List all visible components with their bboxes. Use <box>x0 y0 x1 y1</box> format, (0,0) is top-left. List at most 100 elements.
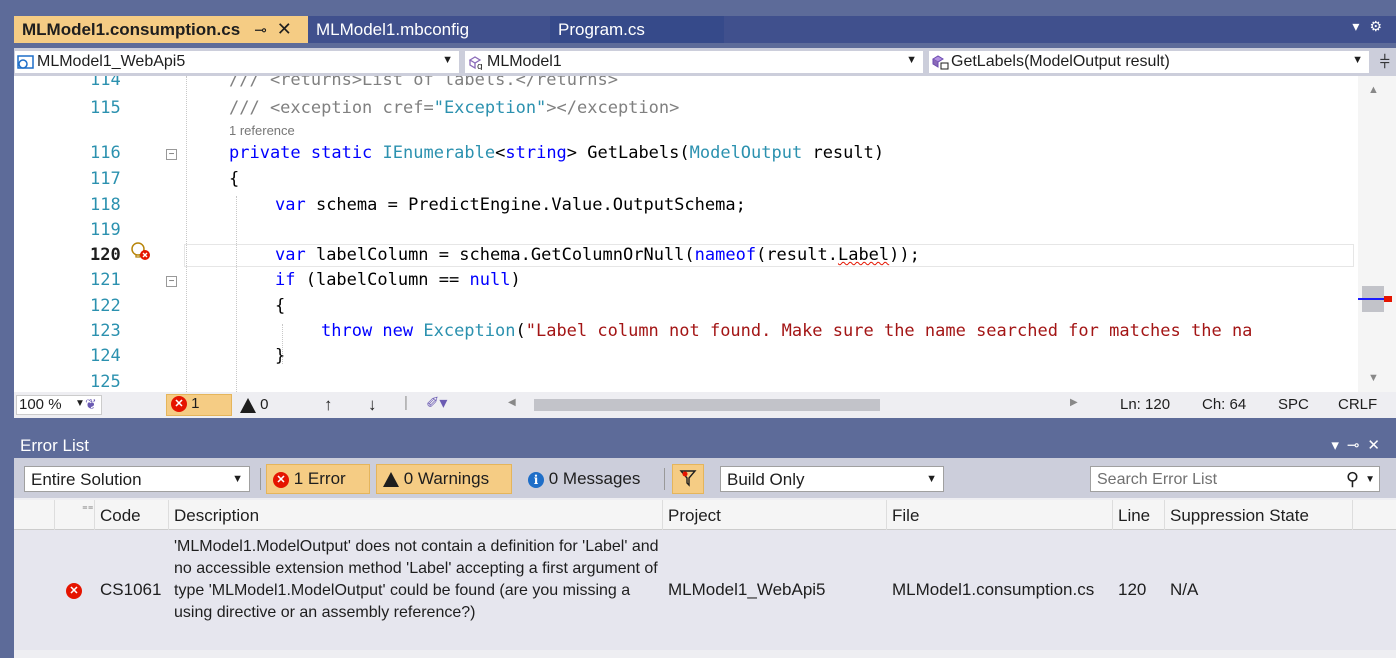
horizontal-scrollbar-thumb[interactable] <box>534 399 880 411</box>
chevron-down-icon: ▼ <box>906 54 917 66</box>
warnings-filter-button[interactable]: 0 Warnings <box>376 464 512 494</box>
csharp-project-icon <box>17 54 35 70</box>
build-filter-dropdown[interactable]: Build Only ▼ <box>720 466 944 492</box>
table-row[interactable]: ✕ CS1061 'MLModel1.ModelOutput' does not… <box>14 530 1396 650</box>
arrow-up-icon[interactable]: ↑ <box>324 395 333 415</box>
svg-text:g: g <box>477 62 483 70</box>
line-number: 116 <box>90 143 121 163</box>
tab-program-cs[interactable]: Program.cs <box>550 16 724 43</box>
project-name: MLModel1_WebApi5 <box>37 53 186 70</box>
line-number: 119 <box>90 220 121 240</box>
intellicode-icon[interactable]: ❦ <box>85 396 97 413</box>
chevron-down-icon: ▼ <box>442 54 453 66</box>
scroll-left-icon[interactable]: ◀ <box>508 397 516 408</box>
error-list-toolbar: Entire Solution ▼ ✕ 1 Error 0 Warnings i… <box>14 458 1396 498</box>
arrow-down-icon[interactable]: ↓ <box>368 395 377 415</box>
code-line-124: } <box>275 346 286 366</box>
sort-indicator-icon[interactable]: ⁼⁼ <box>82 503 94 516</box>
panel-title: Error List <box>20 436 89 455</box>
divider: | <box>404 394 408 411</box>
member-dropdown[interactable]: GetLabels(ModelOutput result) ▼ <box>928 50 1370 74</box>
split-window-icon[interactable]: ⫩ <box>1380 52 1390 73</box>
pin-icon[interactable]: ⊸ <box>1347 437 1368 454</box>
search-error-list-input[interactable]: Search Error List ⚲ ▼ <box>1090 466 1380 492</box>
warning-icon <box>383 472 399 488</box>
column-header-code[interactable]: Code <box>100 506 141 526</box>
quick-actions-error-icon[interactable] <box>130 240 152 267</box>
close-icon[interactable]: ✕ <box>1367 437 1388 454</box>
editor-status-bar: 100 % ▼ ❦ ✕ 1 0 ↑ ↓ | ✐▾ ◀ ▶ Ln: 120 Ch:… <box>14 392 1396 418</box>
code-editor[interactable]: 114 115 116 117 118 119 120 121 122 123 … <box>14 76 1358 392</box>
tab-label: MLModel1.consumption.cs <box>22 19 241 39</box>
line-number-gutter: 114 115 116 117 118 119 120 121 122 123 … <box>14 76 184 392</box>
line-number: 124 <box>90 346 121 366</box>
collapse-toggle[interactable]: − <box>166 149 177 160</box>
tab-label: MLModel1.mbconfig <box>316 19 470 39</box>
class-icon: g <box>467 54 485 72</box>
column-header-file[interactable]: File <box>892 506 919 526</box>
column-header-line[interactable]: Line <box>1118 506 1150 526</box>
column-header-suppression-state[interactable]: Suppression State <box>1170 506 1309 526</box>
error-icon: ✕ <box>66 580 82 600</box>
class-dropdown[interactable]: g MLModel1 ▼ <box>464 50 924 74</box>
panel-window-controls: ▾⊸✕ <box>1331 436 1388 454</box>
collapse-toggle[interactable]: − <box>166 276 177 287</box>
error-suppression-state: N/A <box>1170 580 1199 599</box>
member-name: GetLabels(ModelOutput result) <box>951 53 1170 70</box>
class-name: MLModel1 <box>487 53 562 70</box>
error-squiggle[interactable]: Label <box>838 245 889 265</box>
errors-filter-button[interactable]: ✕ 1 Error <box>266 464 370 494</box>
code-line-114: /// <returns>List of labels.</returns> <box>229 76 618 90</box>
zoom-dropdown[interactable]: 100 % ▼ ❦ <box>16 395 102 415</box>
vertical-scrollbar[interactable]: ▲ ▼ <box>1358 76 1396 392</box>
warning-icon <box>240 397 256 413</box>
column-header-description[interactable]: Description <box>174 506 259 526</box>
codelens-references[interactable]: 1 reference <box>229 123 295 138</box>
code-cleanup-icon[interactable]: ✐▾ <box>426 393 447 413</box>
filter-toggle-button[interactable] <box>672 464 704 494</box>
tab-mlmodel1-mbconfig[interactable]: MLModel1.mbconfig <box>308 16 550 43</box>
column-header-project[interactable]: Project <box>668 506 721 526</box>
column-divider <box>662 500 663 530</box>
error-marker <box>1384 296 1392 302</box>
error-count-badge[interactable]: ✕ 1 <box>166 394 232 416</box>
chevron-down-icon[interactable]: ▼ <box>1365 474 1375 485</box>
line-ending-indicator[interactable]: CRLF <box>1338 396 1377 413</box>
chevron-down-icon: ▼ <box>1352 54 1363 66</box>
pin-icon[interactable]: ⊸ <box>254 21 267 39</box>
code-line-123: throw new Exception("Label column not fo… <box>321 321 1253 341</box>
line-number: 123 <box>90 321 121 341</box>
chevron-down-icon[interactable]: ▾ <box>1331 437 1347 454</box>
code-line-120: var labelColumn = schema.GetColumnOrNull… <box>275 245 920 265</box>
column-divider <box>54 500 55 530</box>
scroll-down-icon[interactable]: ▼ <box>1368 372 1379 384</box>
navigation-bar: MLModel1_WebApi5 ▼ g MLModel1 ▼ GetLabel… <box>14 48 1396 76</box>
scroll-right-icon[interactable]: ▶ <box>1070 397 1078 408</box>
project-dropdown[interactable]: MLModel1_WebApi5 ▼ <box>14 50 460 74</box>
info-icon: i <box>528 471 544 488</box>
messages-filter-button[interactable]: i 0 Messages <box>522 466 646 492</box>
column-divider <box>1164 500 1165 530</box>
line-number: 122 <box>90 296 121 316</box>
search-icon[interactable]: ⚲ <box>1346 469 1359 490</box>
line-number: 125 <box>90 372 121 392</box>
tab-mlmodel1-consumption[interactable]: MLModel1.consumption.cs ⊸ ✕ <box>14 16 308 43</box>
whitespace-indicator[interactable]: SPC <box>1278 396 1309 413</box>
close-icon[interactable]: ✕ <box>277 19 292 40</box>
gear-icon[interactable]: ⚙ <box>1369 18 1392 34</box>
error-list-header: ⁼⁼ Code Description Project File Line Su… <box>14 500 1396 530</box>
chevron-down-icon[interactable]: ▾ <box>1352 18 1369 34</box>
column-divider <box>168 500 169 530</box>
divider <box>664 468 665 490</box>
code-line-116: private static IEnumerable<string> GetLa… <box>229 143 885 163</box>
editor-window: MLModel1.consumption.cs ⊸ ✕ MLModel1.mbc… <box>0 0 1396 424</box>
error-description: 'MLModel1.ModelOutput' does not contain … <box>174 538 659 621</box>
divider <box>260 468 261 490</box>
warning-count-badge[interactable]: 0 <box>240 396 269 413</box>
scope-dropdown[interactable]: Entire Solution ▼ <box>24 466 250 492</box>
tab-overflow-controls[interactable]: ▾⚙ <box>1352 18 1392 35</box>
column-divider <box>94 500 95 530</box>
column-divider <box>1112 500 1113 530</box>
error-list-panel: Error List ▾⊸✕ Entire Solution ▼ ✕ 1 Err… <box>14 432 1396 658</box>
scroll-up-icon[interactable]: ▲ <box>1368 84 1379 96</box>
